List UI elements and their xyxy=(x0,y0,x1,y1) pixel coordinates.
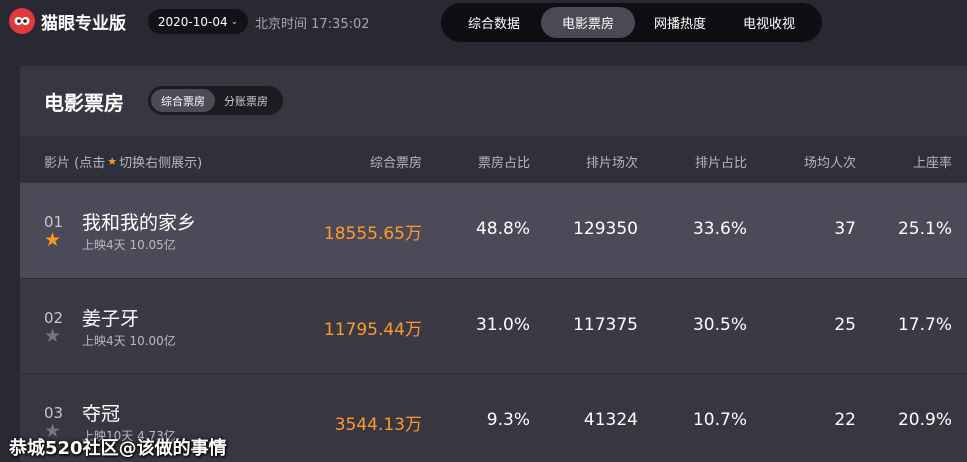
box-share-value: 31.0% xyxy=(475,315,530,335)
column-show-share[interactable]: 排片占比 xyxy=(695,152,747,171)
date-picker[interactable]: 2020-10-04 ⌄ xyxy=(148,9,248,34)
star-icon[interactable]: ★ xyxy=(44,327,61,346)
column-occupancy[interactable]: 上座率 xyxy=(913,152,952,171)
box-office-panel: 电影票房 综合票房 分账票房 影片 (点击 ★ 切换右侧展示) 综合票房 票房占… xyxy=(20,66,967,462)
tab-movie-box-office[interactable]: 电影票房 xyxy=(541,7,635,38)
tab-overall-data[interactable]: 综合数据 xyxy=(447,7,541,38)
occupancy-value: 17.7% xyxy=(897,315,952,335)
column-shows[interactable]: 排片场次 xyxy=(586,152,638,171)
cat-eye-logo-icon[interactable] xyxy=(9,8,35,34)
star-icon: ★ xyxy=(107,155,118,168)
column-box-office[interactable]: 综合票房 xyxy=(370,152,422,171)
star-icon[interactable]: ★ xyxy=(44,231,61,250)
box-share-value: 48.8% xyxy=(475,219,530,239)
release-info: 上映4天 10.05亿 xyxy=(82,238,176,252)
box-office-value: 18555.65万 xyxy=(323,224,422,244)
watermark: 恭城520社区@该做的事情 xyxy=(9,438,227,459)
show-share-value: 33.6% xyxy=(692,219,747,239)
shows-value: 117375 xyxy=(573,315,638,335)
column-box-share[interactable]: 票房占比 xyxy=(478,152,530,171)
movie-title: 我和我的家乡 xyxy=(82,212,197,234)
top-bar: 猫眼专业版 2020-10-04 ⌄ 北京时间 17:35:02 综合数据 电影… xyxy=(0,0,967,48)
table-header: 影片 (点击 ★ 切换右侧展示) 综合票房 票房占比 排片场次 排片占比 场均人… xyxy=(20,136,967,182)
date-value: 2020-10-04 xyxy=(157,14,228,29)
show-share-value: 10.7% xyxy=(692,410,747,430)
main-nav: 综合数据 电影票房 网播热度 电视收视 xyxy=(441,3,822,42)
chevron-down-icon: ⌄ xyxy=(230,16,239,27)
shows-value: 129350 xyxy=(573,219,638,239)
avg-attendance-value: 22 xyxy=(834,410,856,430)
release-info: 上映4天 10.00亿 xyxy=(82,334,176,348)
segment-combined-box-office[interactable]: 综合票房 xyxy=(151,89,215,112)
brand-name[interactable]: 猫眼专业版 xyxy=(41,9,126,34)
table-row[interactable]: 02 ★ 姜子牙 上映4天 10.00亿 11795.44万 31.0% 117… xyxy=(20,278,967,373)
beijing-clock: 北京时间 17:35:02 xyxy=(255,17,370,32)
tab-web-popularity[interactable]: 网播热度 xyxy=(635,7,725,38)
box-office-type-toggle: 综合票房 分账票房 xyxy=(148,86,283,115)
panel-title: 电影票房 xyxy=(44,91,124,115)
box-share-value: 9.3% xyxy=(486,410,530,430)
shows-value: 41324 xyxy=(583,410,638,430)
column-avg-attendance[interactable]: 场均人次 xyxy=(804,152,856,171)
avg-attendance-value: 37 xyxy=(834,219,856,239)
segment-split-box-office[interactable]: 分账票房 xyxy=(215,89,277,112)
column-movie-label: 影片 (点击 xyxy=(44,156,106,171)
column-movie: 影片 (点击 ★ 切换右侧展示) xyxy=(44,152,202,171)
tab-tv-ratings[interactable]: 电视收视 xyxy=(725,7,813,38)
column-movie-hint: 切换右侧展示) xyxy=(119,156,203,171)
show-share-value: 30.5% xyxy=(692,315,747,335)
panel-header: 电影票房 综合票房 分账票房 xyxy=(20,66,967,136)
box-office-value: 11795.44万 xyxy=(323,320,422,340)
occupancy-value: 25.1% xyxy=(897,219,952,239)
occupancy-value: 20.9% xyxy=(897,410,952,430)
movie-title: 姜子牙 xyxy=(82,308,140,330)
box-office-value: 3544.13万 xyxy=(334,415,422,435)
avg-attendance-value: 25 xyxy=(834,315,856,335)
movie-title: 夺冠 xyxy=(82,403,121,425)
table-row[interactable]: 01 ★ 我和我的家乡 上映4天 10.05亿 18555.65万 48.8% … xyxy=(20,183,967,278)
